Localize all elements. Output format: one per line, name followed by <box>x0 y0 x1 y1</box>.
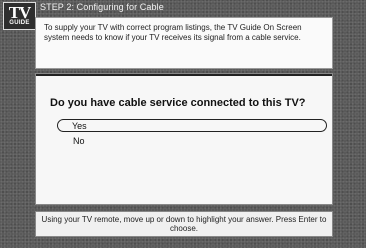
help-text: Using your TV remote, move up or down to… <box>41 215 327 233</box>
intro-panel: To supply your TV with correct program l… <box>35 17 333 69</box>
option-no[interactable]: No <box>57 134 327 147</box>
question-text: Do you have cable service connected to t… <box>50 97 306 109</box>
option-yes-label: Yes <box>72 121 87 131</box>
intro-text: To supply your TV with correct program l… <box>44 23 302 42</box>
option-no-label: No <box>73 136 85 146</box>
question-panel: Do you have cable service connected to t… <box>35 73 333 205</box>
option-yes[interactable]: Yes <box>57 119 327 132</box>
logo-tv-text: TV <box>8 3 32 22</box>
step-title: STEP 2: Configuring for Cable <box>40 2 164 12</box>
tv-guide-logo: TV GUIDE <box>3 2 36 30</box>
help-panel: Using your TV remote, move up or down to… <box>35 211 333 237</box>
logo-guide-text: GUIDE <box>9 20 30 26</box>
